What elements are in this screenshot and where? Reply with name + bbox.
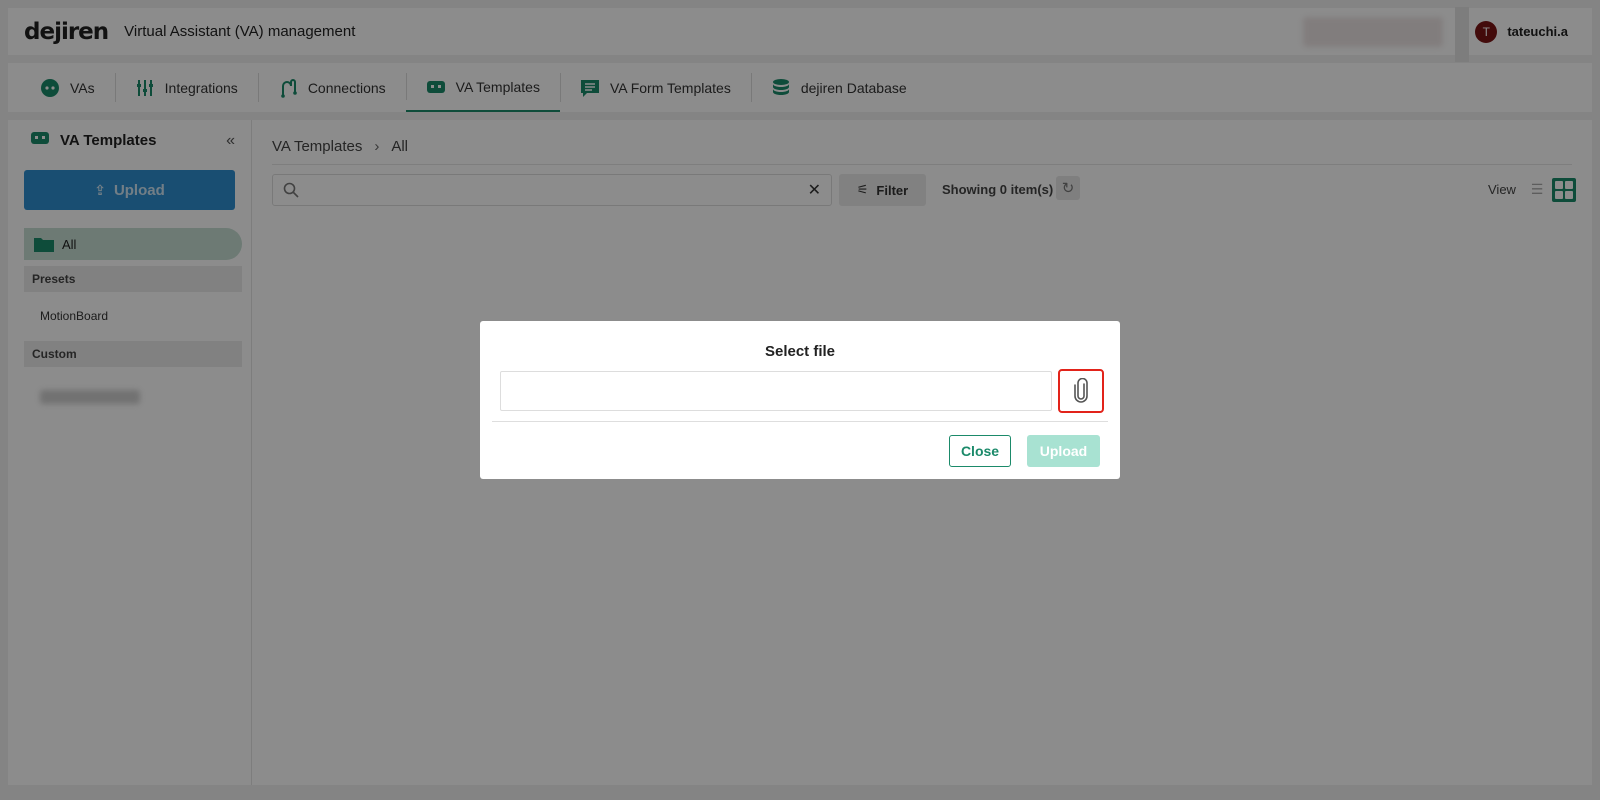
close-button[interactable]: Close	[949, 435, 1011, 467]
app-window: dejiren Virtual Assistant (VA) managemen…	[0, 0, 1600, 800]
paperclip-icon	[1074, 378, 1088, 403]
dialog-title: Select file	[764, 343, 836, 360]
attach-file-button[interactable]	[1058, 369, 1104, 413]
upload-button[interactable]: Upload	[1027, 435, 1100, 467]
select-file-dialog: Select file Close Upload	[480, 321, 1120, 479]
file-path-field[interactable]	[500, 371, 1052, 411]
dialog-divider	[492, 421, 1108, 422]
